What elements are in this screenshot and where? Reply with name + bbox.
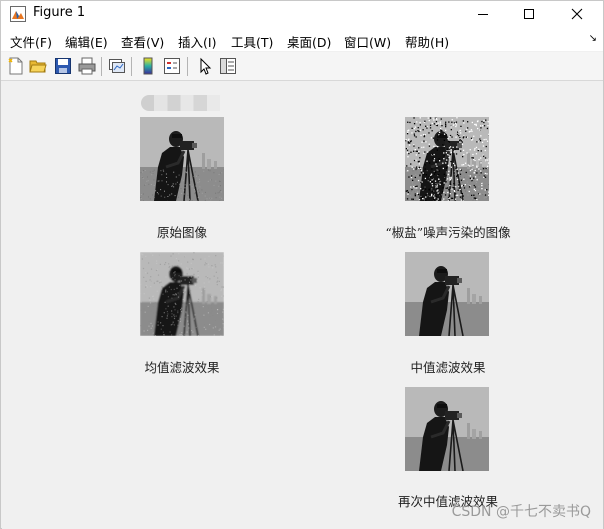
property-inspector-icon[interactable] [219, 57, 237, 75]
open-folder-icon[interactable] [29, 57, 47, 75]
menu-tools[interactable]: 工具(T) [231, 32, 273, 51]
caption-mean-filter: 均值滤波效果 [144, 360, 220, 375]
image-salt-pepper [405, 117, 489, 201]
caption-salt-pepper: “椒盐”噪声污染的图像 [385, 225, 511, 240]
toolbar-separator [187, 57, 188, 76]
window-title: Figure 1 [33, 5, 86, 20]
minimize-button[interactable] [460, 1, 506, 27]
maximize-button[interactable] [506, 1, 552, 27]
matlab-figure-icon [10, 6, 26, 22]
title-bar[interactable]: Figure 1 [1, 1, 603, 27]
maximize-icon [524, 9, 534, 19]
figure-window: Figure 1 文件(F) 编辑(E) 查看(V) 插入(I) 工具(T) 桌… [0, 0, 604, 529]
toolbar [1, 52, 603, 81]
minimize-icon [478, 14, 488, 15]
menu-edit[interactable]: 编辑(E) [65, 32, 108, 51]
figure-canvas [2, 81, 603, 529]
menu-window[interactable]: 窗口(W) [344, 32, 391, 51]
image-median-filter-twice [405, 387, 489, 471]
menu-insert[interactable]: 插入(I) [178, 32, 216, 51]
caption-original: 原始图像 [156, 225, 208, 240]
image-original [140, 117, 224, 201]
save-icon[interactable] [54, 57, 72, 75]
close-icon [571, 8, 583, 20]
insert-legend-icon[interactable] [163, 57, 181, 75]
toolbar-separator [131, 57, 132, 76]
dock-arrow-icon[interactable]: ↘ [589, 33, 597, 44]
print-icon[interactable] [78, 57, 96, 75]
insert-colorbar-icon[interactable] [139, 57, 157, 75]
menu-desktop[interactable]: 桌面(D) [287, 32, 331, 51]
menu-file[interactable]: 文件(F) [10, 32, 52, 51]
edit-plot-pointer-icon[interactable] [196, 57, 214, 75]
image-median-filter [405, 252, 489, 336]
link-plot-icon[interactable] [108, 57, 126, 75]
image-mean-filter [140, 252, 224, 336]
menu-view[interactable]: 查看(V) [121, 32, 164, 51]
redacted-area [141, 95, 235, 111]
toolbar-separator [101, 57, 102, 76]
menu-help[interactable]: 帮助(H) [405, 32, 449, 51]
caption-median-filter: 中值滤波效果 [410, 360, 486, 375]
watermark: CSDN @千七不卖书Q [451, 504, 591, 520]
new-figure-icon[interactable] [7, 57, 25, 75]
menu-bar: 文件(F) 编辑(E) 查看(V) 插入(I) 工具(T) 桌面(D) 窗口(W… [1, 27, 603, 51]
close-button[interactable] [554, 1, 600, 27]
